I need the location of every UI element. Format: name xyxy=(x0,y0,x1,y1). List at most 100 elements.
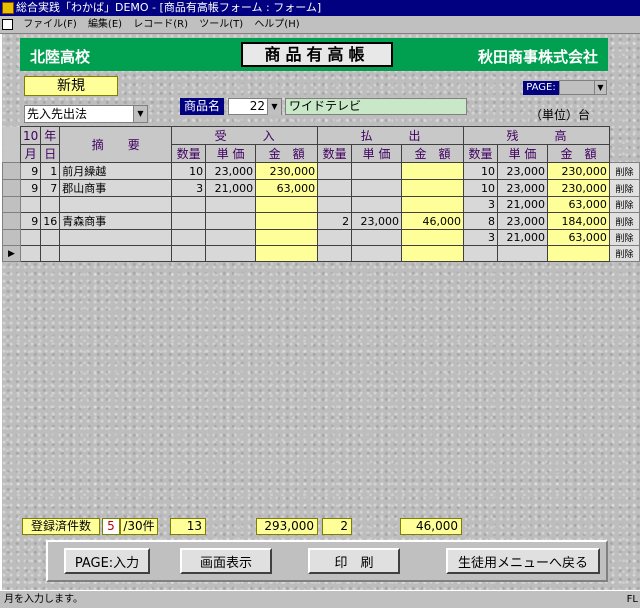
menu-file[interactable]: ファイル(F) xyxy=(19,16,81,34)
delete-button[interactable]: 削除 xyxy=(608,196,640,213)
receipt-qty-cell[interactable]: 10 xyxy=(171,162,207,180)
payment-price-cell[interactable] xyxy=(351,245,403,262)
row-selector[interactable]: ▶ xyxy=(2,245,21,262)
payment-qty-cell[interactable] xyxy=(317,179,353,197)
day-cell[interactable]: 7 xyxy=(40,179,61,197)
balance-price-cell[interactable]: 23,000 xyxy=(496,212,548,230)
delete-button[interactable]: 削除 xyxy=(608,245,640,262)
receipt-qty-cell[interactable] xyxy=(171,229,207,246)
status-message: 月を入力します。 xyxy=(4,594,83,605)
payment-price-cell[interactable] xyxy=(351,162,403,180)
receipt-price-cell[interactable] xyxy=(205,196,257,213)
row-selector[interactable] xyxy=(2,162,21,180)
month-cell[interactable]: 9 xyxy=(19,162,42,180)
page-input-button[interactable]: PAGE:入力 xyxy=(64,548,150,574)
month-cell[interactable]: 9 xyxy=(19,212,42,230)
receipt-price-cell[interactable] xyxy=(205,245,257,262)
receipt-qty-cell[interactable] xyxy=(171,212,207,230)
receipt-price-cell[interactable]: 21,000 xyxy=(205,179,257,197)
delete-button[interactable]: 削除 xyxy=(608,229,640,246)
day-cell[interactable] xyxy=(40,196,61,213)
table-row[interactable]: ▶ 削除 xyxy=(2,245,640,262)
print-button[interactable]: 印 刷 xyxy=(308,548,400,574)
month-cell[interactable] xyxy=(19,229,42,246)
description-cell[interactable]: 前月繰越 xyxy=(59,162,173,180)
description-cell[interactable] xyxy=(59,229,173,246)
balance-price-cell[interactable]: 23,000 xyxy=(496,162,548,180)
balance-qty-cell[interactable]: 10 xyxy=(463,179,498,197)
balance-price-cell[interactable] xyxy=(496,245,548,262)
chevron-down-icon[interactable]: ▼ xyxy=(267,99,281,115)
balance-price-cell[interactable]: 21,000 xyxy=(496,229,548,246)
description-cell[interactable]: 郡山商事 xyxy=(59,179,173,197)
payment-qty-cell[interactable] xyxy=(317,162,353,180)
balance-qty-cell[interactable]: 3 xyxy=(463,196,498,213)
receipt-qty-cell[interactable] xyxy=(171,196,207,213)
day-cell[interactable]: 16 xyxy=(40,212,61,230)
menu-help[interactable]: ヘルプ(H) xyxy=(250,16,303,34)
row-selector[interactable] xyxy=(2,212,21,230)
receipt-amount-cell: 230,000 xyxy=(255,162,319,180)
payment-qty-cell[interactable] xyxy=(317,196,353,213)
receipt-price-cell[interactable] xyxy=(205,229,257,246)
day-cell[interactable] xyxy=(40,229,61,246)
description-cell[interactable] xyxy=(59,245,173,262)
inventory-method-select[interactable]: 先入先出法 ▼ xyxy=(24,105,148,123)
balance-amount-cell: 230,000 xyxy=(546,179,610,197)
description-cell[interactable]: 青森商事 xyxy=(59,212,173,230)
window-title: 総合実践「わかば」DEMO - [商品有高帳フォーム : フォーム] xyxy=(16,1,322,14)
back-to-menu-button[interactable]: 生徒用メニューへ戻る xyxy=(446,548,600,574)
document-icon[interactable] xyxy=(2,19,13,30)
menu-edit[interactable]: 編集(E) xyxy=(84,16,126,34)
chevron-down-icon[interactable]: ▼ xyxy=(133,106,147,122)
receipt-price-cell[interactable] xyxy=(205,212,257,230)
chevron-down-icon[interactable]: ▼ xyxy=(594,81,606,94)
payment-qty-cell[interactable]: 2 xyxy=(317,212,353,230)
receipt-qty-cell[interactable] xyxy=(171,245,207,262)
table-row[interactable]: 3 21,000 63,000 削除 xyxy=(2,229,640,246)
day-cell[interactable] xyxy=(40,245,61,262)
delete-button[interactable]: 削除 xyxy=(608,179,640,197)
payment-price-cell[interactable] xyxy=(351,196,403,213)
row-selector[interactable] xyxy=(2,229,21,246)
screen-display-button[interactable]: 画面表示 xyxy=(180,548,272,574)
balance-qty-cell[interactable]: 3 xyxy=(463,229,498,246)
month-input[interactable]: 10 xyxy=(19,126,42,145)
day-cell[interactable]: 1 xyxy=(40,162,61,180)
table-row[interactable]: 9 7 郡山商事 3 21,000 63,000 10 23,000 230,0… xyxy=(2,179,640,197)
menu-tools[interactable]: ツール(T) xyxy=(195,16,247,34)
receipt-qty-cell[interactable]: 3 xyxy=(171,179,207,197)
balance-price-cell[interactable]: 23,000 xyxy=(496,179,548,197)
delete-button[interactable]: 削除 xyxy=(608,162,640,180)
payment-qty-cell[interactable] xyxy=(317,245,353,262)
payment-price-header: 単 価 xyxy=(351,144,403,163)
balance-price-cell[interactable]: 21,000 xyxy=(496,196,548,213)
payment-amount-cell xyxy=(401,245,464,262)
selector-header xyxy=(2,144,21,163)
payment-price-cell[interactable] xyxy=(351,179,403,197)
month-cell[interactable]: 9 xyxy=(19,179,42,197)
menu-record[interactable]: レコード(R) xyxy=(129,16,192,34)
payment-qty-cell[interactable] xyxy=(317,229,353,246)
row-selector[interactable] xyxy=(2,196,21,213)
month-cell[interactable] xyxy=(19,196,42,213)
payment-qty-total: 2 xyxy=(322,518,352,535)
balance-qty-cell[interactable]: 10 xyxy=(463,162,498,180)
table-row[interactable]: 3 21,000 63,000 削除 xyxy=(2,196,640,213)
receipt-amount-cell xyxy=(255,229,319,246)
table-row[interactable]: 9 16 青森商事 2 23,000 46,000 8 23,000 184,0… xyxy=(2,212,640,230)
delete-button[interactable]: 削除 xyxy=(608,212,640,230)
description-cell[interactable] xyxy=(59,196,173,213)
payment-price-cell[interactable] xyxy=(351,229,403,246)
receipt-price-cell[interactable]: 23,000 xyxy=(205,162,257,180)
description-header: 摘 要 xyxy=(59,126,173,163)
item-code-select[interactable]: 22 ▼ xyxy=(228,98,282,115)
payment-price-cell[interactable]: 23,000 xyxy=(351,212,403,230)
page-select[interactable]: ▼ xyxy=(559,80,607,95)
balance-qty-cell[interactable]: 8 xyxy=(463,212,498,230)
balance-amount-cell: 230,000 xyxy=(546,162,610,180)
row-selector[interactable] xyxy=(2,179,21,197)
balance-qty-cell[interactable] xyxy=(463,245,498,262)
table-row[interactable]: 9 1 前月繰越 10 23,000 230,000 10 23,000 230… xyxy=(2,162,640,180)
month-cell[interactable] xyxy=(19,245,42,262)
